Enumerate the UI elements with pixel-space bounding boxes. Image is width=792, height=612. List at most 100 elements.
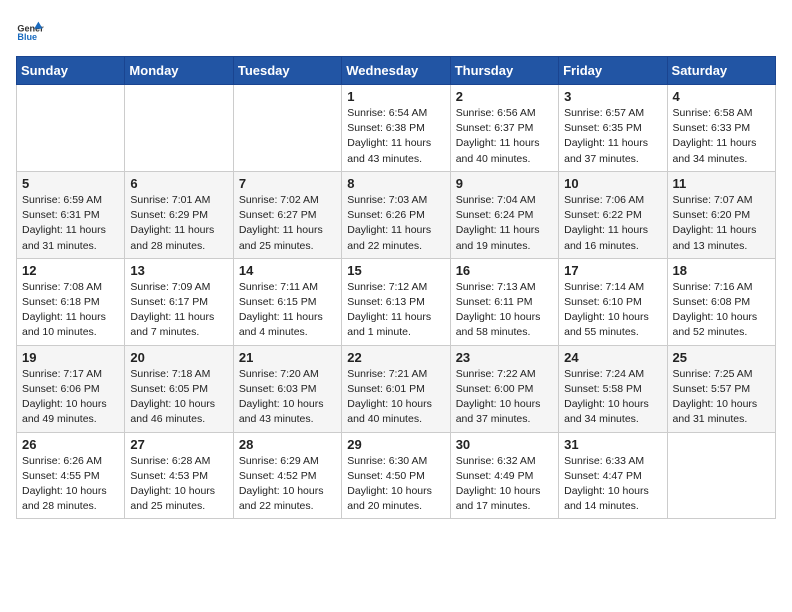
day-number: 16 bbox=[456, 263, 553, 278]
day-cell bbox=[125, 85, 233, 172]
day-number: 18 bbox=[673, 263, 770, 278]
day-info: Sunrise: 7:25 AM Sunset: 5:57 PM Dayligh… bbox=[673, 367, 770, 428]
day-info: Sunrise: 7:06 AM Sunset: 6:22 PM Dayligh… bbox=[564, 193, 661, 254]
weekday-header-sunday: Sunday bbox=[17, 57, 125, 85]
day-cell bbox=[667, 432, 775, 519]
day-info: Sunrise: 7:22 AM Sunset: 6:00 PM Dayligh… bbox=[456, 367, 553, 428]
day-cell: 8Sunrise: 7:03 AM Sunset: 6:26 PM Daylig… bbox=[342, 171, 450, 258]
day-number: 10 bbox=[564, 176, 661, 191]
day-cell: 13 Sunrise: 7:09 AM Sunset: 6:17 PM Dayli… bbox=[125, 258, 233, 345]
day-number: 3 bbox=[564, 89, 661, 104]
day-info: Sunrise: 7:24 AM Sunset: 5:58 PM Dayligh… bbox=[564, 367, 661, 428]
day-info: Sunrise: 7:18 AM Sunset: 6:05 PM Dayligh… bbox=[130, 367, 227, 428]
day-number: 17 bbox=[564, 263, 661, 278]
day-info: Sunrise: 6:32 AM Sunset: 4:49 PM Dayligh… bbox=[456, 454, 553, 515]
day-number: 2 bbox=[456, 89, 553, 104]
day-cell: 4 Sunrise: 6:58 AM Sunset: 6:33 PM Daylig… bbox=[667, 85, 775, 172]
day-cell: 19Sunrise: 7:17 AM Sunset: 6:06 PM Dayli… bbox=[17, 345, 125, 432]
day-info: Sunrise: 6:26 AM Sunset: 4:55 PM Dayligh… bbox=[22, 454, 119, 515]
day-cell: 5 Sunrise: 6:59 AM Sunset: 6:31 PM Daylig… bbox=[17, 171, 125, 258]
day-cell: 14 Sunrise: 7:11 AM Sunset: 6:15 PM Dayli… bbox=[233, 258, 341, 345]
day-info: Sunrise: 7:20 AM Sunset: 6:03 PM Dayligh… bbox=[239, 367, 336, 428]
day-info: Sunrise: 6:28 AM Sunset: 4:53 PM Dayligh… bbox=[130, 454, 227, 515]
day-cell: 12 Sunrise: 7:08 AM Sunset: 6:18 PM Dayli… bbox=[17, 258, 125, 345]
day-cell: 18Sunrise: 7:16 AM Sunset: 6:08 PM Dayli… bbox=[667, 258, 775, 345]
day-number: 13 bbox=[130, 263, 227, 278]
day-info: Sunrise: 6:54 AM Sunset: 6:38 PM Dayligh… bbox=[347, 106, 444, 167]
day-info: Sunrise: 7:02 AM Sunset: 6:27 PM Dayligh… bbox=[239, 193, 336, 254]
day-info: Sunrise: 7:08 AM Sunset: 6:18 PM Dayligh… bbox=[22, 280, 119, 341]
day-number: 11 bbox=[673, 176, 770, 191]
day-number: 15 bbox=[347, 263, 444, 278]
weekday-header-row: SundayMondayTuesdayWednesdayThursdayFrid… bbox=[17, 57, 776, 85]
week-row-1: 1 Sunrise: 6:54 AM Sunset: 6:38 PM Daylig… bbox=[17, 85, 776, 172]
week-row-3: 12 Sunrise: 7:08 AM Sunset: 6:18 PM Dayli… bbox=[17, 258, 776, 345]
day-cell: 15 Sunrise: 7:12 AM Sunset: 6:13 PM Dayli… bbox=[342, 258, 450, 345]
day-number: 1 bbox=[347, 89, 444, 104]
page-header: General Blue bbox=[16, 16, 776, 44]
day-number: 22 bbox=[347, 350, 444, 365]
day-info: Sunrise: 7:14 AM Sunset: 6:10 PM Dayligh… bbox=[564, 280, 661, 341]
day-info: Sunrise: 7:12 AM Sunset: 6:13 PM Dayligh… bbox=[347, 280, 444, 341]
day-number: 14 bbox=[239, 263, 336, 278]
day-cell: 11Sunrise: 7:07 AM Sunset: 6:20 PM Dayli… bbox=[667, 171, 775, 258]
day-number: 6 bbox=[130, 176, 227, 191]
day-info: Sunrise: 6:56 AM Sunset: 6:37 PM Dayligh… bbox=[456, 106, 553, 167]
day-info: Sunrise: 7:21 AM Sunset: 6:01 PM Dayligh… bbox=[347, 367, 444, 428]
day-info: Sunrise: 7:13 AM Sunset: 6:11 PM Dayligh… bbox=[456, 280, 553, 341]
day-info: Sunrise: 6:59 AM Sunset: 6:31 PM Dayligh… bbox=[22, 193, 119, 254]
day-cell: 6 Sunrise: 7:01 AM Sunset: 6:29 PM Daylig… bbox=[125, 171, 233, 258]
logo: General Blue bbox=[16, 16, 44, 44]
day-info: Sunrise: 6:29 AM Sunset: 4:52 PM Dayligh… bbox=[239, 454, 336, 515]
day-info: Sunrise: 6:58 AM Sunset: 6:33 PM Dayligh… bbox=[673, 106, 770, 167]
day-number: 5 bbox=[22, 176, 119, 191]
day-number: 23 bbox=[456, 350, 553, 365]
day-cell: 26Sunrise: 6:26 AM Sunset: 4:55 PM Dayli… bbox=[17, 432, 125, 519]
day-cell: 22 Sunrise: 7:21 AM Sunset: 6:01 PM Dayli… bbox=[342, 345, 450, 432]
calendar-body: 1 Sunrise: 6:54 AM Sunset: 6:38 PM Daylig… bbox=[17, 85, 776, 519]
day-number: 9 bbox=[456, 176, 553, 191]
day-cell: 27 Sunrise: 6:28 AM Sunset: 4:53 PM Dayli… bbox=[125, 432, 233, 519]
day-number: 28 bbox=[239, 437, 336, 452]
day-info: Sunrise: 6:33 AM Sunset: 4:47 PM Dayligh… bbox=[564, 454, 661, 515]
day-info: Sunrise: 7:09 AM Sunset: 6:17 PM Dayligh… bbox=[130, 280, 227, 341]
day-info: Sunrise: 7:17 AM Sunset: 6:06 PM Dayligh… bbox=[22, 367, 119, 428]
day-cell: 3 Sunrise: 6:57 AM Sunset: 6:35 PM Daylig… bbox=[559, 85, 667, 172]
day-number: 27 bbox=[130, 437, 227, 452]
day-info: Sunrise: 7:03 AM Sunset: 6:26 PM Dayligh… bbox=[347, 193, 444, 254]
day-info: Sunrise: 7:01 AM Sunset: 6:29 PM Dayligh… bbox=[130, 193, 227, 254]
day-cell: 25Sunrise: 7:25 AM Sunset: 5:57 PM Dayli… bbox=[667, 345, 775, 432]
day-cell: 7 Sunrise: 7:02 AM Sunset: 6:27 PM Daylig… bbox=[233, 171, 341, 258]
day-cell bbox=[233, 85, 341, 172]
week-row-4: 19Sunrise: 7:17 AM Sunset: 6:06 PM Dayli… bbox=[17, 345, 776, 432]
day-info: Sunrise: 6:30 AM Sunset: 4:50 PM Dayligh… bbox=[347, 454, 444, 515]
day-info: Sunrise: 6:57 AM Sunset: 6:35 PM Dayligh… bbox=[564, 106, 661, 167]
day-cell bbox=[17, 85, 125, 172]
day-cell: 29 Sunrise: 6:30 AM Sunset: 4:50 PM Dayli… bbox=[342, 432, 450, 519]
weekday-header-wednesday: Wednesday bbox=[342, 57, 450, 85]
weekday-header-saturday: Saturday bbox=[667, 57, 775, 85]
day-number: 24 bbox=[564, 350, 661, 365]
day-number: 20 bbox=[130, 350, 227, 365]
day-cell: 31Sunrise: 6:33 AM Sunset: 4:47 PM Dayli… bbox=[559, 432, 667, 519]
day-cell: 24 Sunrise: 7:24 AM Sunset: 5:58 PM Dayli… bbox=[559, 345, 667, 432]
week-row-2: 5 Sunrise: 6:59 AM Sunset: 6:31 PM Daylig… bbox=[17, 171, 776, 258]
day-cell: 30 Sunrise: 6:32 AM Sunset: 4:49 PM Dayli… bbox=[450, 432, 558, 519]
week-row-5: 26Sunrise: 6:26 AM Sunset: 4:55 PM Dayli… bbox=[17, 432, 776, 519]
day-cell: 21 Sunrise: 7:20 AM Sunset: 6:03 PM Dayli… bbox=[233, 345, 341, 432]
day-number: 12 bbox=[22, 263, 119, 278]
day-info: Sunrise: 7:11 AM Sunset: 6:15 PM Dayligh… bbox=[239, 280, 336, 341]
day-number: 30 bbox=[456, 437, 553, 452]
weekday-header-monday: Monday bbox=[125, 57, 233, 85]
day-cell: 10 Sunrise: 7:06 AM Sunset: 6:22 PM Dayli… bbox=[559, 171, 667, 258]
day-number: 21 bbox=[239, 350, 336, 365]
day-cell: 20 Sunrise: 7:18 AM Sunset: 6:05 PM Dayli… bbox=[125, 345, 233, 432]
weekday-header-thursday: Thursday bbox=[450, 57, 558, 85]
day-number: 7 bbox=[239, 176, 336, 191]
day-number: 29 bbox=[347, 437, 444, 452]
day-cell: 1 Sunrise: 6:54 AM Sunset: 6:38 PM Daylig… bbox=[342, 85, 450, 172]
day-cell: 28 Sunrise: 6:29 AM Sunset: 4:52 PM Dayli… bbox=[233, 432, 341, 519]
day-number: 4 bbox=[673, 89, 770, 104]
day-cell: 23 Sunrise: 7:22 AM Sunset: 6:00 PM Dayli… bbox=[450, 345, 558, 432]
day-cell: 2 Sunrise: 6:56 AM Sunset: 6:37 PM Daylig… bbox=[450, 85, 558, 172]
